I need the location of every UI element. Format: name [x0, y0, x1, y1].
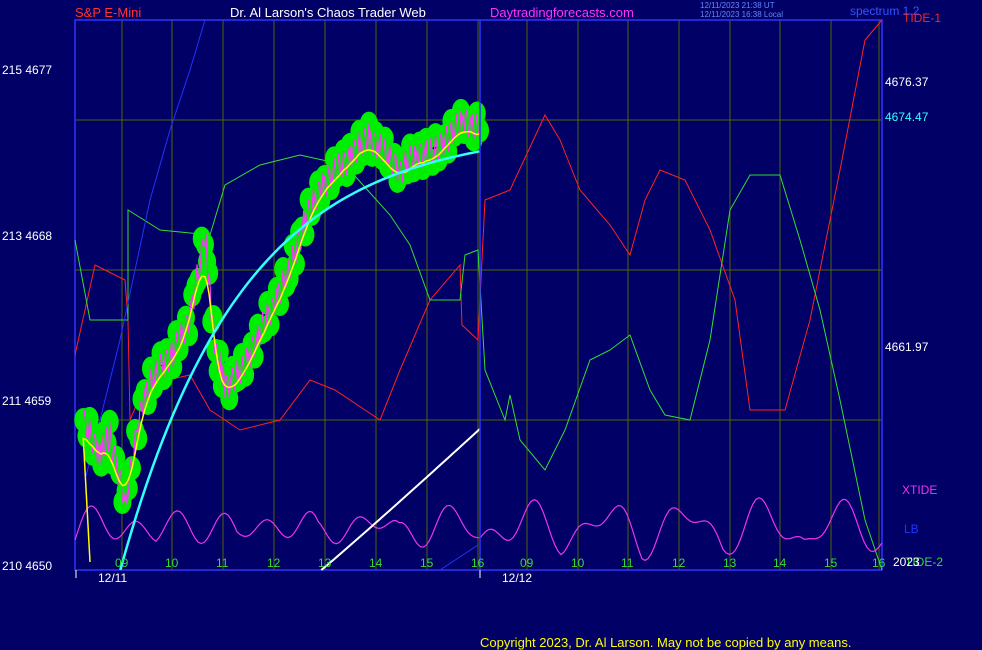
x-hour-label: 16	[872, 556, 886, 570]
chart-canvas	[74, 19, 883, 578]
x-hour-label: 09	[520, 556, 534, 570]
timestamp-local: 12/11/2023 16:38 Local	[700, 10, 784, 19]
x-hour-label: 14	[773, 556, 787, 570]
copyright-notice: Copyright 2023, Dr. Al Larson. May not b…	[480, 635, 852, 650]
x-hour-label: 16	[471, 556, 485, 570]
timestamp-utc: 12/11/2023 21:38 UT	[700, 1, 775, 10]
site-link[interactable]: Daytradingforecasts.com	[490, 5, 634, 20]
y-label-4650: 210 4650	[2, 559, 53, 573]
y-label-4668: 213 4668	[2, 229, 53, 243]
x-hour-label: 10	[165, 556, 179, 570]
x-date-label: 12/11	[98, 571, 128, 585]
x-hour-label: 11	[621, 556, 634, 570]
x-hour-label: 10	[571, 556, 585, 570]
tide1-label: TIDE-1	[903, 11, 942, 25]
chart-title: Dr. Al Larson's Chaos Trader Web	[230, 5, 426, 20]
x-axis-ticks	[75, 570, 481, 578]
x-hour-label: 09	[115, 556, 129, 570]
x-date-label: 12/12	[502, 571, 533, 585]
x-hour-label: 12	[267, 556, 281, 570]
year-label: 2023	[893, 555, 920, 569]
x-hour-label: 15	[420, 556, 434, 570]
lb-label: LB	[904, 522, 919, 536]
x-hour-label: 13	[723, 556, 737, 570]
price-label-1: 4676.37	[885, 75, 929, 89]
white-forecast-line	[320, 428, 481, 571]
xtide-label: XTIDE	[902, 483, 938, 497]
y-label-4659: 211 4659	[2, 394, 52, 408]
x-hour-label: 11	[216, 556, 229, 570]
price-label-3: 4661.97	[885, 340, 929, 354]
y-label-4677: 215 4677	[2, 63, 53, 77]
x-hour-label: 14	[369, 556, 383, 570]
price-label-2: 4674.47	[885, 110, 929, 124]
x-hour-label: 15	[824, 556, 838, 570]
x-hour-label: 13	[318, 556, 332, 570]
x-hour-label: 12	[672, 556, 686, 570]
symbol-label: S&P E-Mini	[75, 5, 142, 20]
